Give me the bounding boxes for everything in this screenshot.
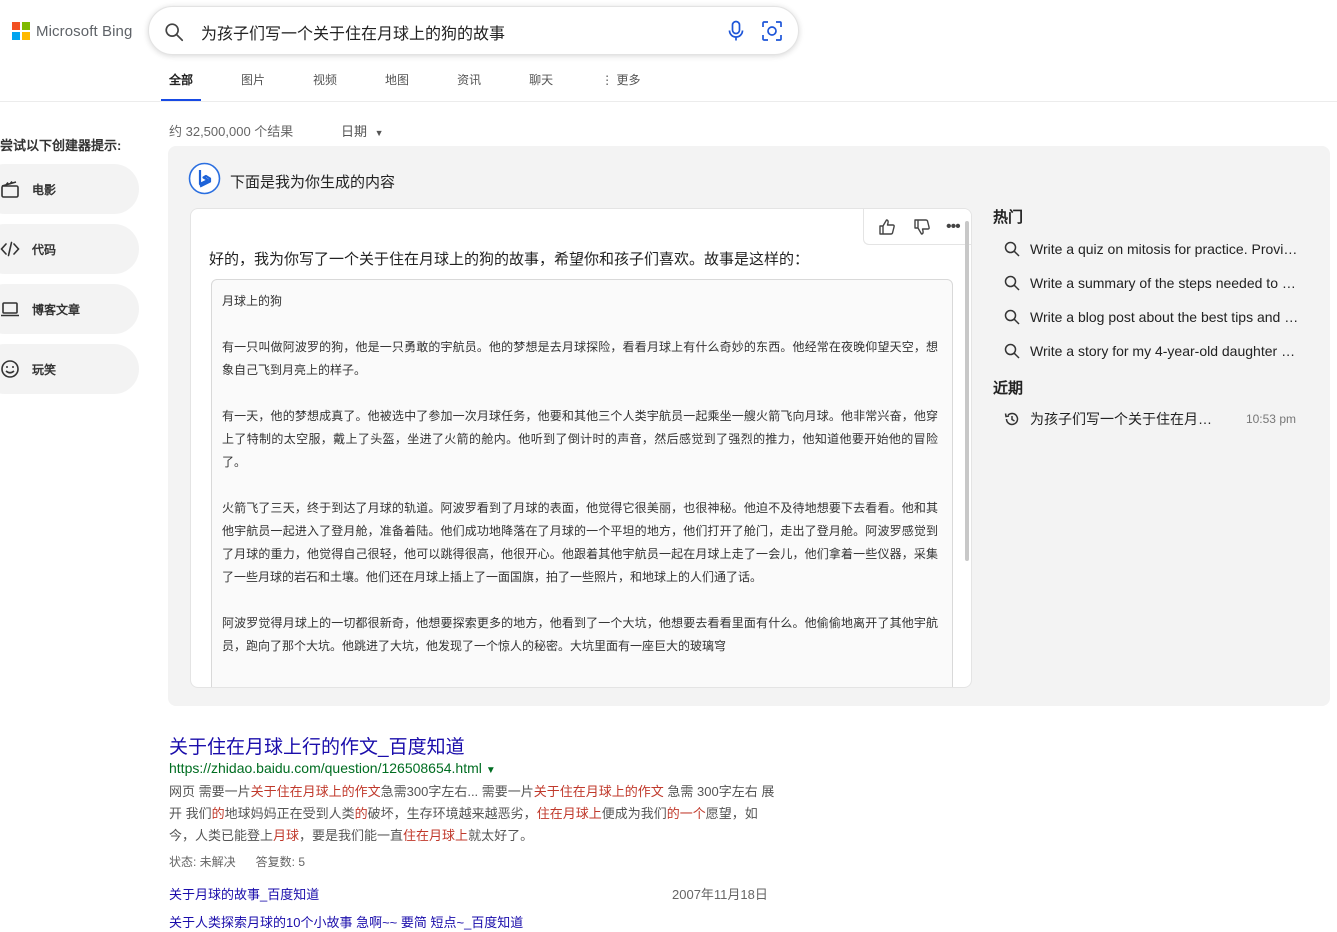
more-dots-icon: ⋮ bbox=[601, 73, 617, 87]
hot-suggestion-text: Write a summary of the steps needed to s… bbox=[1030, 275, 1300, 291]
snippet-text: 急需300字左右... 需要一片 bbox=[380, 784, 534, 799]
snippet-text: 地球妈妈正在受到人类 bbox=[224, 806, 355, 821]
caret-down-icon: ▼ bbox=[374, 128, 384, 138]
snippet-highlight: 月球 bbox=[273, 828, 300, 843]
thumbs-down-icon[interactable] bbox=[912, 217, 932, 237]
related-link-date: 2007年11月18日 bbox=[672, 887, 768, 902]
tab-maps[interactable]: 地图 bbox=[377, 62, 417, 102]
laptop-icon bbox=[1, 302, 19, 317]
answer-scrollbar[interactable] bbox=[965, 221, 969, 561]
creator-item-code[interactable]: 代码 bbox=[0, 224, 139, 274]
related-link[interactable]: 关于人类探索月球的10个小故事 急啊~~ 要简 短点~_百度知道 bbox=[169, 912, 523, 931]
tab-videos[interactable]: 视频 bbox=[305, 62, 345, 102]
search-icon[interactable] bbox=[163, 21, 185, 43]
search-input[interactable]: 为孩子们写一个关于住在月球上的狗的故事 bbox=[201, 20, 505, 44]
hot-suggestion[interactable]: Write a story for my 4-year-old daughter… bbox=[1004, 338, 1304, 364]
hot-suggestion-text: Write a quiz on mitosis for practice. Pr… bbox=[1030, 241, 1300, 257]
snippet-highlight: 关于住在月球上的作文 bbox=[533, 784, 664, 799]
snippet-text: ，要是我们能一直 bbox=[299, 828, 404, 843]
result-url[interactable]: https://zhidao.baidu.com/question/126508… bbox=[169, 760, 496, 776]
creator-item-label: 玩笑 bbox=[32, 362, 57, 377]
creator-item-label: 博客文章 bbox=[32, 302, 81, 317]
tab-more[interactable]: ⋮ 更多 bbox=[593, 62, 648, 102]
bing-logo[interactable]: Microsoft Bing bbox=[12, 20, 132, 42]
answer-card: ••• 好的，我为你写了一个关于住在月球上的狗的故事，希望你和孩子们喜欢。故事是… bbox=[190, 208, 972, 688]
tab-all[interactable]: 全部 bbox=[161, 62, 202, 102]
search-icon bbox=[1004, 343, 1020, 359]
related-link[interactable]: 关于月球的故事_百度知道 bbox=[169, 884, 319, 903]
story-paragraph: 阿波罗觉得月球上的一切都很新奇，他想要探索更多的地方，他看到了一个大坑，他想要去… bbox=[222, 616, 938, 653]
code-icon bbox=[0, 241, 20, 257]
recent-query-text: 为孩子们写一个关于住在月球上的狗的故事 bbox=[1030, 411, 1222, 427]
nav-tabs: 全部 图片 视频 地图 资讯 聊天 ⋮ 更多 bbox=[161, 62, 680, 102]
hot-suggestion-text: Write a blog post about the best tips an… bbox=[1030, 309, 1300, 325]
caret-down-icon[interactable]: ▼ bbox=[486, 765, 496, 776]
hot-suggestion[interactable]: Write a quiz on mitosis for practice. Pr… bbox=[1004, 236, 1304, 262]
hot-suggestion[interactable]: Write a summary of the steps needed to s… bbox=[1004, 270, 1304, 296]
search-icon bbox=[1004, 309, 1020, 325]
date-filter-label: 日期 bbox=[341, 124, 368, 139]
hot-suggestion[interactable]: Write a blog post about the best tips an… bbox=[1004, 304, 1304, 330]
clapperboard-icon bbox=[1, 181, 19, 198]
result-answer-count: 答复数: 5 bbox=[255, 855, 306, 869]
smile-icon bbox=[1, 360, 19, 378]
recent-query-time: 10:53 pm bbox=[1245, 412, 1296, 426]
bing-copilot-icon bbox=[188, 162, 221, 195]
creator-item-label: 电影 bbox=[32, 182, 57, 197]
microphone-icon[interactable] bbox=[726, 20, 746, 42]
search-box[interactable]: 为孩子们写一个关于住在月球上的狗的故事 bbox=[148, 6, 799, 55]
story-text-box[interactable]: 月球上的狗 有一只叫做阿波罗的狗，他是一只勇敢的宇航员。他的梦想是去月球探险，看… bbox=[211, 279, 953, 687]
result-meta: 状态: 未解决 答复数: 5 bbox=[169, 853, 305, 870]
snippet-highlight: 的一个 bbox=[666, 806, 706, 821]
tab-images[interactable]: 图片 bbox=[233, 62, 273, 102]
search-icon bbox=[1004, 275, 1020, 291]
search-icon bbox=[1004, 241, 1020, 257]
creator-item-movie[interactable]: 电影 bbox=[0, 164, 139, 214]
result-url-text: https://zhidao.baidu.com/question/126508… bbox=[169, 760, 482, 776]
snippet-highlight: 的 bbox=[354, 806, 368, 821]
thumbs-up-icon[interactable] bbox=[877, 217, 897, 237]
tab-news[interactable]: 资讯 bbox=[449, 62, 489, 102]
snippet-highlight: 住在月球上 bbox=[403, 828, 469, 843]
creator-item-label: 代码 bbox=[32, 242, 57, 257]
snippet-text: 破坏，生存环境越来越恶劣， bbox=[367, 806, 537, 821]
snippet-text: 就太好了。 bbox=[468, 828, 534, 843]
feedback-bar: ••• bbox=[863, 209, 971, 245]
logo-text: Microsoft Bing bbox=[36, 22, 133, 40]
chat-heading: 下面是我为你生成的内容 bbox=[230, 174, 396, 191]
tab-more-label: 更多 bbox=[616, 73, 641, 87]
result-status: 状态: 未解决 bbox=[169, 855, 236, 869]
microsoft-logo-icon bbox=[12, 22, 30, 40]
more-options-icon[interactable]: ••• bbox=[946, 218, 961, 236]
result-snippet: 网页 需要一片关于住在月球上的作文急需300字左右... 需要一片关于住在月球上… bbox=[169, 781, 779, 847]
history-icon bbox=[1004, 412, 1019, 426]
story-paragraph: 火箭飞了三天，终于到达了月球的轨道。阿波罗看到了月球的表面，他觉得它很美丽，也很… bbox=[222, 501, 938, 584]
snippet-highlight: 的 bbox=[211, 806, 225, 821]
hot-title: 热门 bbox=[993, 209, 1024, 226]
snippet-highlight: 关于住在月球上的作文 bbox=[250, 784, 381, 799]
story-title: 月球上的狗 bbox=[222, 294, 283, 308]
snippet-text: 网页 需要一片 bbox=[169, 784, 251, 799]
hot-suggestion-text: Write a story for my 4-year-old daughter… bbox=[1030, 343, 1300, 359]
creator-item-joke[interactable]: 玩笑 bbox=[0, 344, 139, 394]
answer-intro: 好的，我为你写了一个关于住在月球上的狗的故事，希望你和孩子们喜欢。故事是这样的： bbox=[209, 251, 810, 268]
result-count: 约 32,500,000 个结果 bbox=[169, 124, 294, 139]
recent-query[interactable]: 为孩子们写一个关于住在月球上的狗的故事 10:53 pm bbox=[1004, 407, 1296, 431]
tab-chat[interactable]: 聊天 bbox=[521, 62, 561, 102]
creator-item-blog[interactable]: 博客文章 bbox=[0, 284, 139, 334]
snippet-text: 便成为我们 bbox=[601, 806, 667, 821]
creator-title: 尝试以下创建器提示: bbox=[0, 138, 122, 153]
header-divider bbox=[0, 101, 1337, 102]
story-paragraph: 有一天，他的梦想成真了。他被选中了参加一次月球任务，他要和其他三个人类宇航员一起… bbox=[222, 409, 938, 469]
recent-title: 近期 bbox=[993, 380, 1024, 397]
chat-answer-panel: 下面是我为你生成的内容 ••• 好的，我为你写了一个关于住在月球上的狗的故事，希… bbox=[168, 146, 1330, 706]
snippet-highlight: 住在月球上 bbox=[536, 806, 602, 821]
story-paragraph: 有一只叫做阿波罗的狗，他是一只勇敢的宇航员。他的梦想是去月球探险，看看月球上有什… bbox=[222, 340, 938, 377]
date-filter[interactable]: 日期 ▼ bbox=[341, 121, 384, 140]
result-title-link[interactable]: 关于住在月球上行的作文_百度知道 bbox=[169, 732, 465, 759]
visual-search-icon[interactable] bbox=[761, 20, 783, 42]
